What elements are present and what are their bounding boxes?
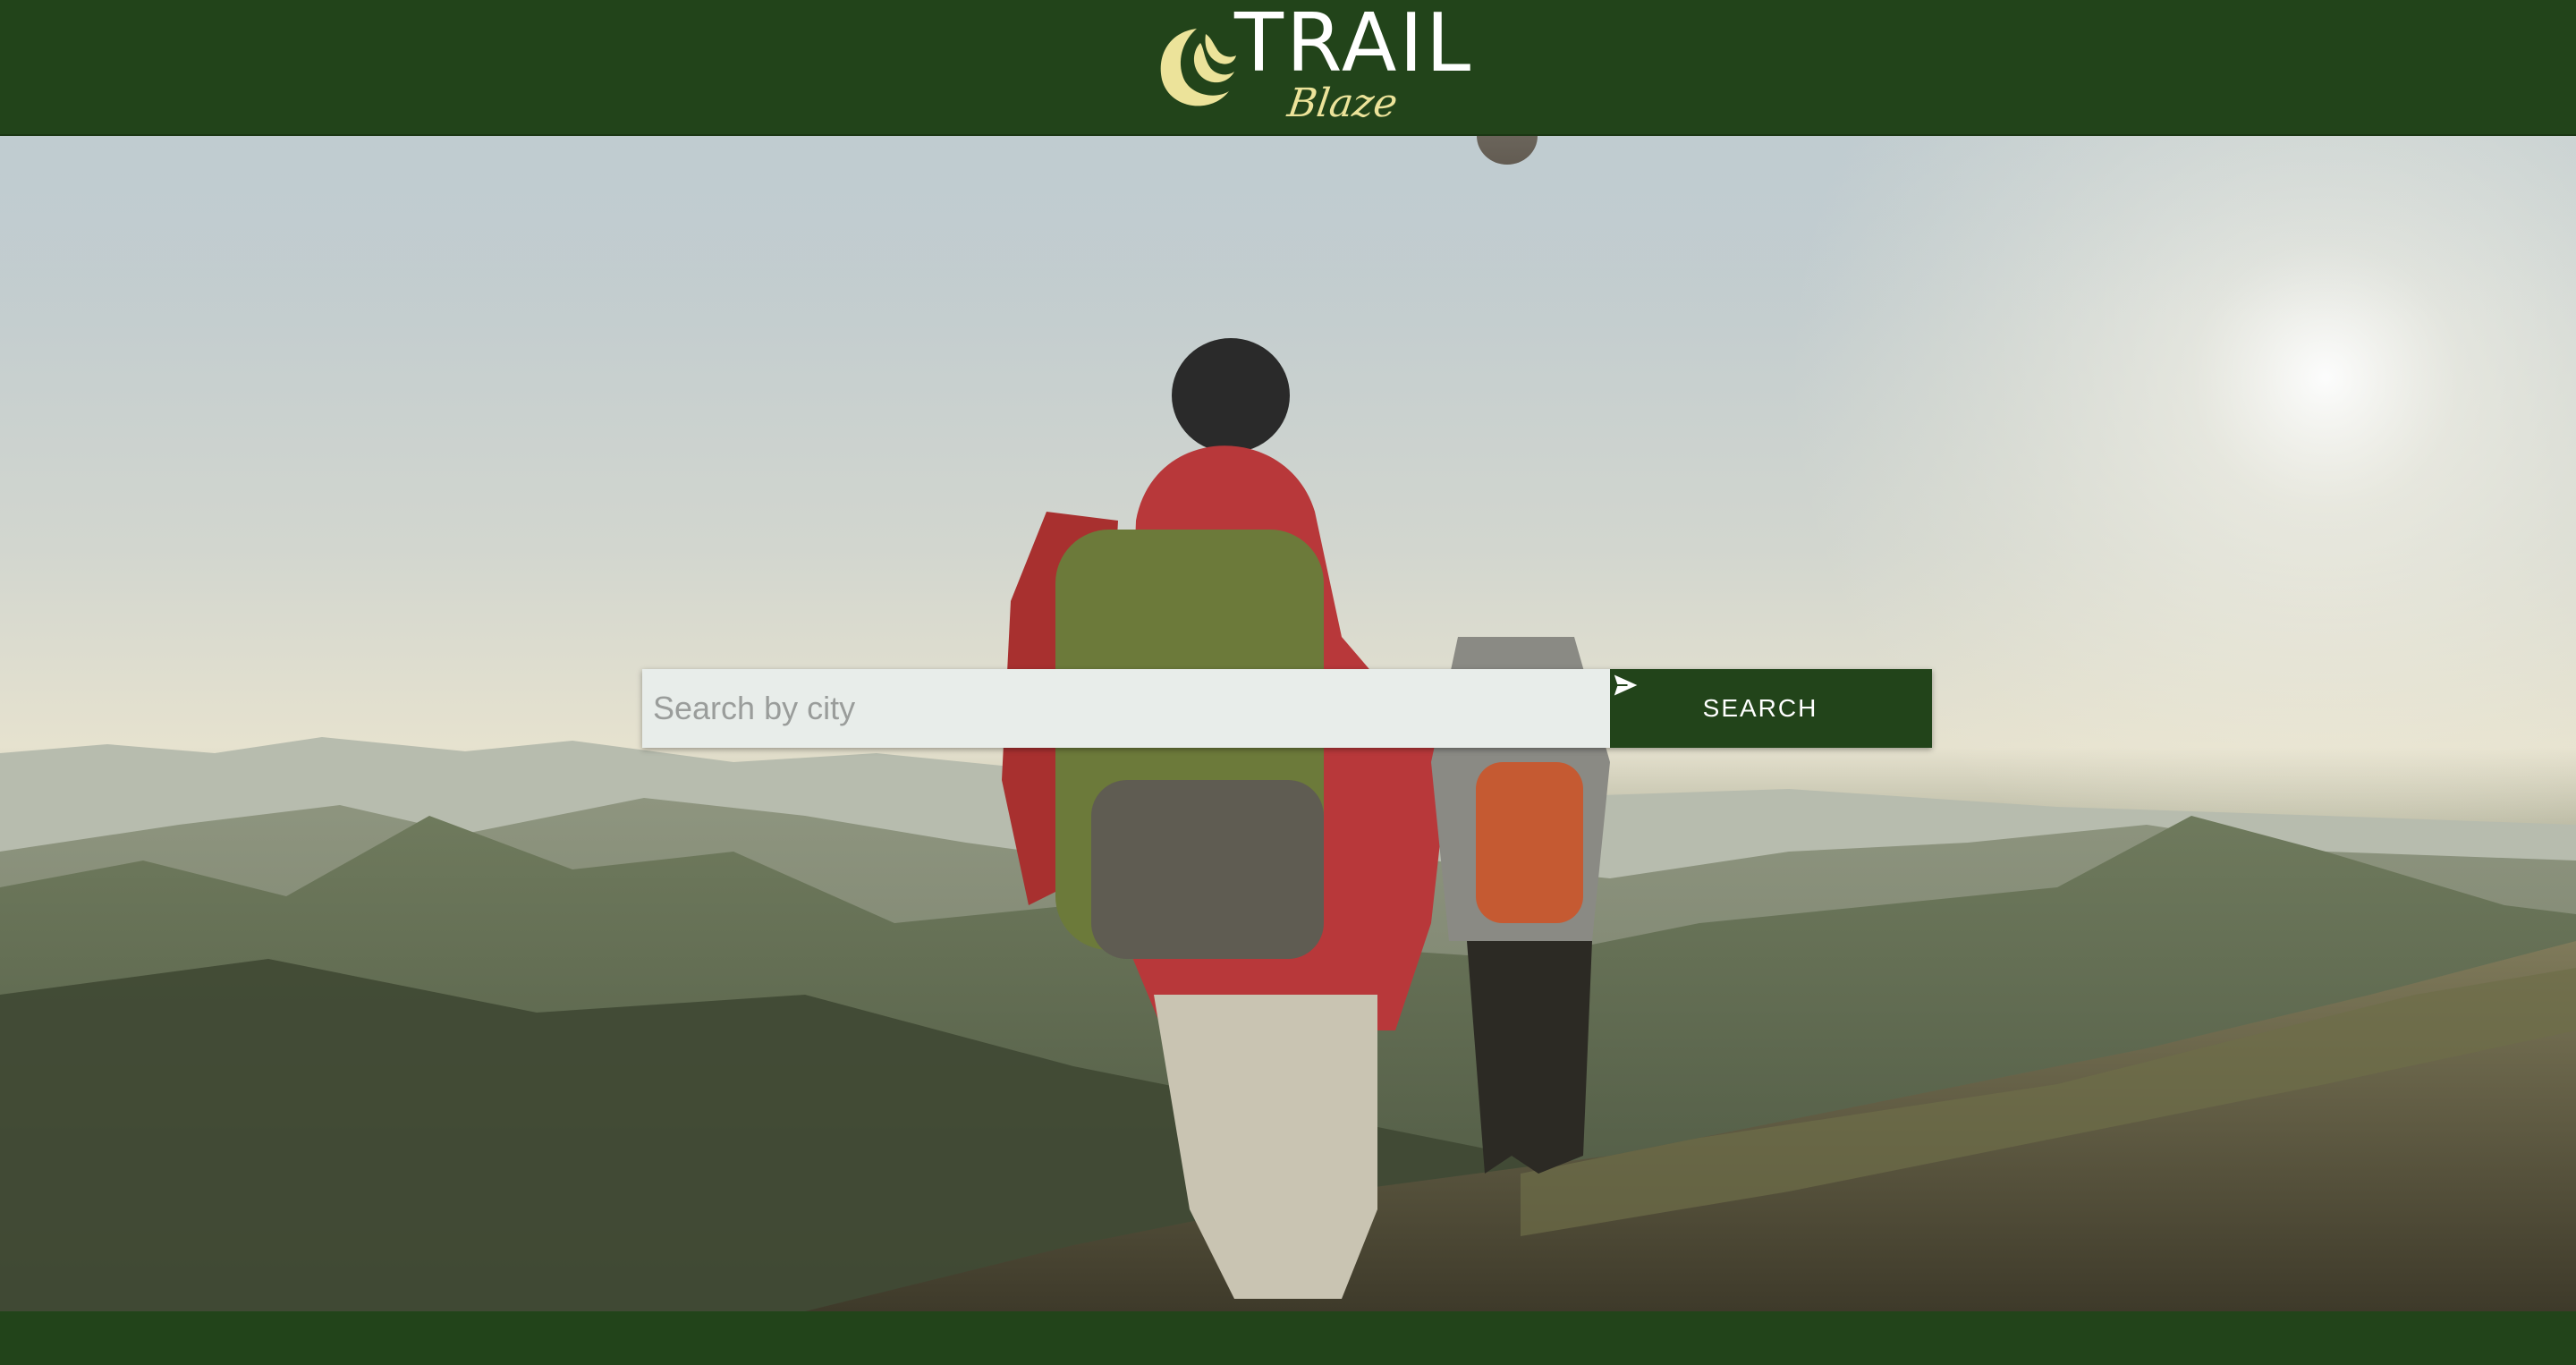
brand-logo[interactable]: TRAIL Blaze [1152,4,1470,131]
send-icon [1611,671,1642,699]
site-header: TRAIL Blaze [0,0,2576,136]
city-search-input[interactable] [642,669,1610,748]
hero-banner: SEARCH [0,136,2576,1311]
search-button-label: SEARCH [1702,694,1818,722]
site-footer [0,1311,2576,1365]
search-button[interactable]: SEARCH [1610,669,1932,748]
logo-wordmark: TRAIL [1234,0,1474,90]
search-bar: SEARCH [642,669,1932,748]
crescent-moon-icon [1160,29,1236,106]
logo-subtitle: Blaze [1284,81,1401,126]
